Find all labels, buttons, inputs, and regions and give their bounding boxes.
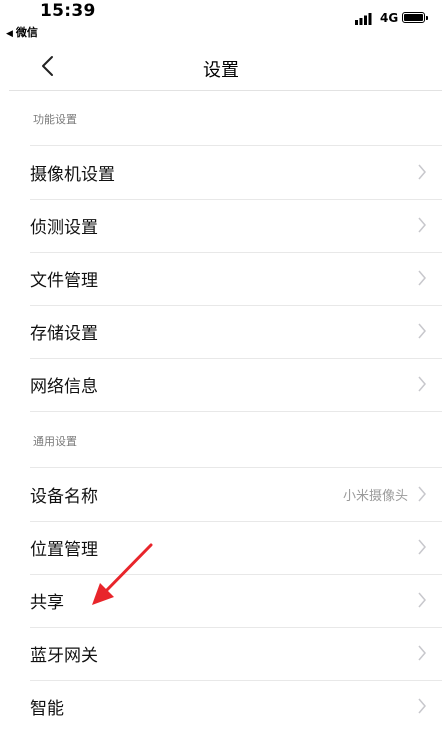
- chevron-right-icon: [418, 164, 426, 180]
- settings-row-camera[interactable]: 摄像机设置: [0, 146, 442, 199]
- back-triangle-icon: ◀: [6, 29, 13, 39]
- chevron-right-icon: [418, 486, 426, 502]
- nav-bar: 设置: [0, 42, 442, 90]
- settings-row-bluetooth-gateway[interactable]: 蓝牙网关: [0, 627, 442, 680]
- settings-row-storage[interactable]: 存储设置: [0, 305, 442, 358]
- settings-row-location[interactable]: 位置管理: [0, 521, 442, 574]
- row-label: 蓝牙网关: [30, 646, 98, 666]
- settings-row-detection[interactable]: 侦测设置: [0, 199, 442, 252]
- section-header-function: 功能设置: [33, 113, 77, 126]
- page-title: 设置: [203, 60, 239, 81]
- divider: [30, 411, 442, 412]
- battery-icon: [402, 12, 428, 23]
- row-label: 智能: [30, 699, 64, 719]
- settings-row-share[interactable]: 共享: [0, 574, 442, 627]
- back-app-label: 微信: [15, 26, 38, 39]
- row-label: 文件管理: [30, 271, 98, 291]
- chevron-right-icon: [418, 645, 426, 661]
- settings-row-device-name[interactable]: 设备名称 小米摄像头: [0, 468, 442, 521]
- settings-row-network[interactable]: 网络信息: [0, 358, 442, 411]
- chevron-right-icon: [418, 539, 426, 555]
- settings-row-files[interactable]: 文件管理: [0, 252, 442, 305]
- row-label: 共享: [30, 593, 64, 613]
- nav-divider: [9, 90, 442, 91]
- signal-icon: [355, 13, 372, 25]
- section-header-general: 通用设置: [33, 435, 77, 448]
- chevron-right-icon: [418, 217, 426, 233]
- status-time: 15:39: [40, 1, 96, 21]
- row-label: 设备名称: [30, 487, 98, 507]
- chevron-right-icon: [418, 592, 426, 608]
- settings-row-smart[interactable]: 智能: [0, 680, 442, 733]
- chevron-right-icon: [418, 698, 426, 714]
- back-to-app-link[interactable]: ◀ 微信: [6, 24, 38, 40]
- network-type: 4G: [380, 11, 399, 25]
- red-arrow-icon: [92, 543, 153, 605]
- row-label: 摄像机设置: [30, 165, 115, 185]
- chevron-right-icon: [418, 323, 426, 339]
- row-label: 网络信息: [30, 377, 98, 397]
- row-label: 存储设置: [30, 324, 98, 344]
- row-value: 小米摄像头: [342, 489, 408, 504]
- chevron-right-icon: [418, 376, 426, 392]
- row-label: 侦测设置: [30, 218, 98, 238]
- chevron-right-icon: [418, 270, 426, 286]
- status-bar: 15:39 ◀ 微信 4G: [0, 0, 442, 42]
